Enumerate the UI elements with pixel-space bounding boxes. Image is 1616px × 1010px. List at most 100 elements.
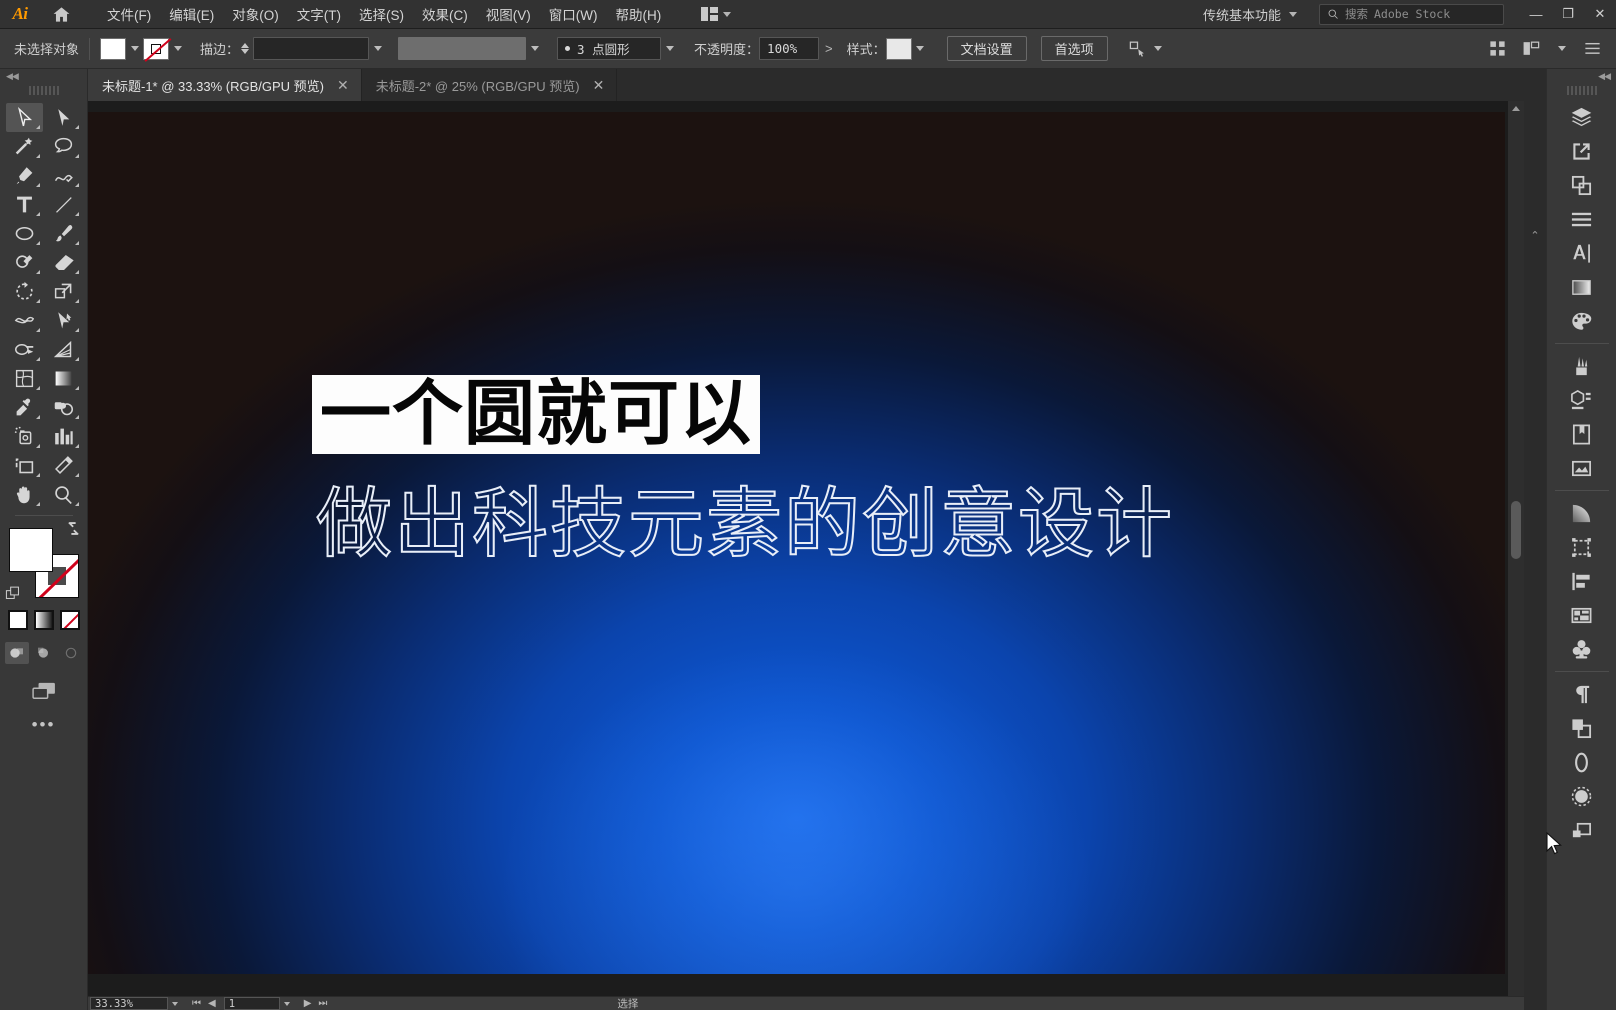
draw-normal-mode[interactable] — [4, 642, 29, 664]
artboard-1[interactable]: 一个圆就可以 做出科技元素的创意设计 — [88, 112, 1505, 974]
tool-shape-builder[interactable] — [6, 335, 43, 364]
tool-direct-selection[interactable] — [45, 103, 82, 132]
prev-artboard-button[interactable]: ◀ — [208, 998, 216, 1009]
scroll-up-arrow[interactable] — [1508, 101, 1524, 116]
align-panel-icon[interactable] — [1485, 37, 1509, 61]
document-setup-button[interactable]: 文档设置 — [946, 36, 1027, 61]
menu-item-type[interactable]: 文字(T) — [288, 0, 350, 29]
style-chevron-icon[interactable] — [912, 38, 929, 60]
artboard-number-input[interactable]: 1 — [223, 997, 280, 1010]
graphic-style-swatch[interactable] — [885, 37, 912, 60]
export-artboards-panel-icon[interactable] — [1556, 134, 1608, 168]
tool-line-segment[interactable] — [45, 190, 82, 219]
swap-fill-stroke-icon[interactable] — [65, 520, 83, 538]
stroke-weight-chevron-icon[interactable] — [369, 38, 386, 60]
character-panel-icon[interactable] — [1556, 236, 1608, 270]
tool-column-graph[interactable] — [45, 422, 82, 451]
default-fill-stroke-icon[interactable] — [5, 585, 22, 602]
width-profile-chevron-icon[interactable] — [526, 38, 543, 60]
tool-rotate[interactable] — [6, 277, 43, 306]
maximize-button[interactable]: ❐ — [1552, 0, 1584, 29]
panel-grip[interactable] — [26, 86, 62, 95]
tool-symbol-sprayer[interactable] — [6, 422, 43, 451]
draw-inside-mode[interactable] — [59, 642, 83, 664]
brush-definition-select[interactable]: 3 点圆形 — [557, 37, 662, 60]
artboards-panel-icon[interactable] — [1556, 598, 1608, 632]
pathfinder-panel-icon[interactable] — [1556, 168, 1608, 202]
document-tab-1[interactable]: 未标题-1* @ 33.33% (RGB/GPU 预览) ✕ — [88, 69, 362, 101]
gradient-panel-icon[interactable] — [1556, 270, 1608, 304]
stock-search-input[interactable]: 搜索 Adobe Stock — [1319, 3, 1504, 25]
brush-definition-chevron-icon[interactable] — [661, 38, 678, 60]
color-panel-icon[interactable] — [1556, 304, 1608, 338]
menu-item-effect[interactable]: 效果(C) — [413, 0, 477, 29]
color-mode-none[interactable] — [59, 610, 80, 630]
fill-dropdown-chevron-icon[interactable] — [126, 38, 143, 60]
variable-width-profile-select[interactable] — [398, 37, 527, 60]
gradient-mesh-panel-icon[interactable] — [1556, 496, 1608, 530]
zoom-level-chevron-icon[interactable] — [168, 1002, 182, 1006]
stroke-panel-icon[interactable] — [1556, 745, 1608, 779]
status-text[interactable]: 选择 — [617, 997, 638, 1010]
last-artboard-button[interactable]: ⏭ — [318, 998, 327, 1009]
align-paragraph-panel-icon[interactable] — [1556, 202, 1608, 236]
tool-curvature[interactable] — [45, 161, 82, 190]
expand-panels-icon[interactable]: ◀◀ — [1547, 69, 1616, 83]
fill-color-swatch[interactable] — [100, 37, 127, 60]
artwork-headline-band[interactable]: 一个圆就可以 — [312, 375, 761, 455]
appearance-panel-icon[interactable] — [1556, 779, 1608, 813]
tool-lasso[interactable] — [45, 132, 82, 161]
stroke-dropdown-chevron-icon[interactable] — [169, 38, 186, 60]
tool-gradient[interactable] — [45, 364, 82, 393]
menu-item-help[interactable]: 帮助(H) — [606, 0, 670, 29]
tool-width[interactable] — [6, 306, 43, 335]
workspace-switcher[interactable]: 传统基本功能 — [1193, 5, 1307, 24]
document-tab-2[interactable]: 未标题-2* @ 25% (RGB/GPU 预览) ✕ — [361, 69, 618, 101]
tool-mesh[interactable] — [6, 364, 43, 393]
tool-paintbrush[interactable] — [45, 219, 82, 248]
paragraph-panel-icon[interactable] — [1556, 677, 1608, 711]
libraries-panel-icon[interactable] — [1556, 417, 1608, 451]
home-icon[interactable] — [40, 0, 82, 29]
stroke-color-swatch[interactable] — [143, 37, 170, 60]
artboard-number-chevron-icon[interactable] — [280, 1002, 294, 1006]
arrange-documents-icon[interactable] — [696, 5, 736, 23]
tool-zoom[interactable] — [45, 480, 82, 509]
document-tab-2-close-icon[interactable]: ✕ — [593, 78, 605, 92]
tool-artboard[interactable] — [6, 451, 43, 480]
swatches-panel-icon[interactable] — [1556, 632, 1608, 666]
layers-panel-icon[interactable] — [1556, 100, 1608, 134]
tool-eraser[interactable] — [45, 248, 82, 277]
arrange-chevron-icon[interactable] — [1553, 38, 1570, 60]
tool-hand[interactable] — [6, 480, 43, 509]
tool-blend[interactable] — [45, 393, 82, 422]
first-artboard-button[interactable]: ⏮ — [192, 998, 201, 1009]
stroke-weight-stepper[interactable] — [239, 43, 251, 54]
align-panel-icon[interactable] — [1556, 564, 1608, 598]
preferences-button[interactable]: 首选项 — [1040, 36, 1108, 61]
draw-behind-mode[interactable] — [32, 642, 56, 664]
tool-perspective-grid[interactable] — [45, 335, 82, 364]
menu-item-window[interactable]: 窗口(W) — [540, 0, 607, 29]
panel-menu-icon[interactable] — [1580, 37, 1604, 61]
image-trace-panel-icon[interactable] — [1556, 451, 1608, 485]
opacity-input[interactable]: 100% — [759, 37, 820, 60]
menu-item-select[interactable]: 选择(S) — [350, 0, 413, 29]
stroke-weight-input[interactable] — [253, 37, 370, 60]
opacity-expand-icon[interactable]: > — [819, 41, 839, 56]
tool-pen[interactable] — [6, 161, 43, 190]
select-similar-options-icon[interactable] — [1126, 37, 1150, 61]
tool-shaper-pencil[interactable] — [6, 248, 43, 277]
next-artboard-button[interactable]: ▶ — [304, 998, 312, 1009]
tool-magic-wand[interactable] — [6, 132, 43, 161]
vertical-scroll-thumb[interactable] — [1511, 501, 1521, 559]
menu-item-edit[interactable]: 编辑(E) — [160, 0, 223, 29]
canvas-vertical-scrollbar[interactable] — [1508, 101, 1524, 1010]
minimize-button[interactable]: — — [1520, 0, 1552, 29]
menu-item-file[interactable]: 文件(F) — [98, 0, 160, 29]
menu-item-object[interactable]: 对象(O) — [223, 0, 288, 29]
tool-slice[interactable] — [45, 451, 82, 480]
menu-item-view[interactable]: 视图(V) — [477, 0, 540, 29]
tool-type[interactable] — [6, 190, 43, 219]
arrange-documents-panel-icon[interactable] — [1519, 37, 1543, 61]
